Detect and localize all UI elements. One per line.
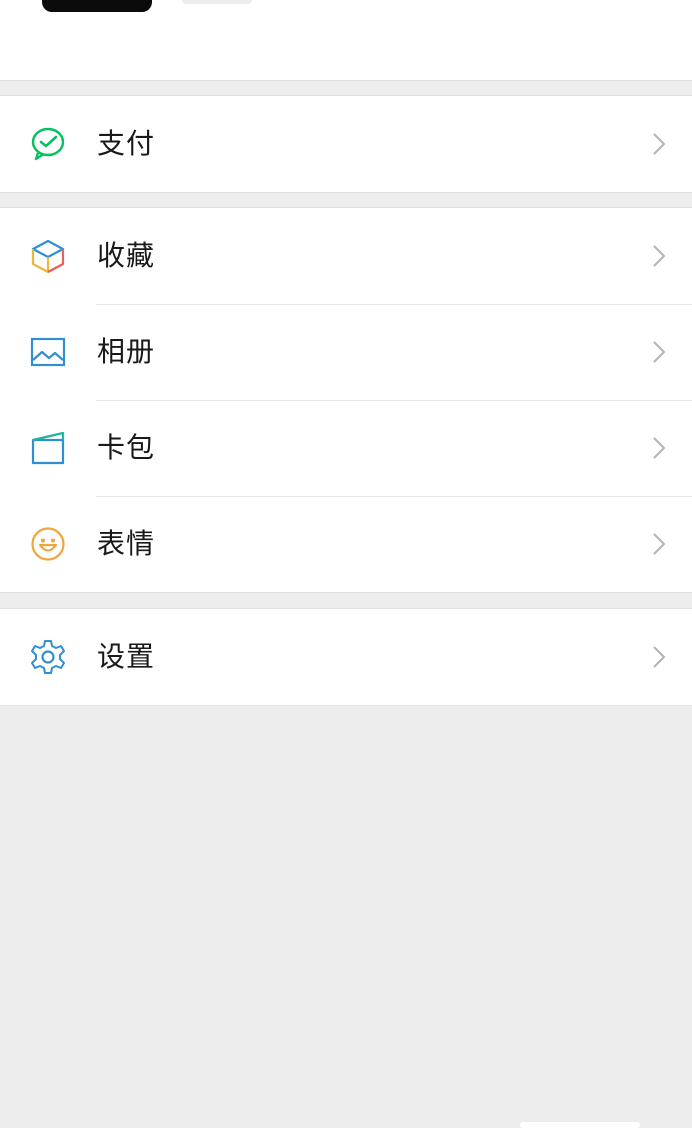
gear-icon [30, 639, 66, 675]
menu-group-pay: 支付 [0, 95, 692, 193]
menu-item-favorites[interactable]: 收藏 [0, 208, 692, 304]
chevron-right-icon [653, 646, 666, 668]
wechat-pay-icon [30, 126, 66, 162]
chevron-right-icon [653, 341, 666, 363]
card-wallet-icon [30, 430, 66, 466]
menu-item-stickers[interactable]: 表情 [0, 496, 692, 592]
menu-group-main: 收藏 相册 卡包 表情 [0, 207, 692, 593]
menu-item-label: 相册 [97, 335, 156, 368]
chevron-right-icon [653, 133, 666, 155]
menu-item-pay[interactable]: 支付 [0, 96, 692, 192]
menu-item-label: 卡包 [97, 431, 156, 464]
menu-item-album[interactable]: 相册 [0, 304, 692, 400]
chevron-right-icon [653, 245, 666, 267]
profile-name [182, 0, 252, 4]
image-icon [30, 334, 66, 370]
menu-item-settings[interactable]: 设置 [0, 609, 692, 705]
avatar[interactable] [42, 0, 152, 12]
menu-item-label: 支付 [97, 127, 156, 160]
home-indicator [520, 1122, 640, 1128]
chevron-right-icon [653, 533, 666, 555]
menu-item-label: 设置 [97, 640, 156, 673]
smiley-icon [30, 526, 66, 562]
profile-header[interactable] [0, 0, 692, 81]
menu-group-settings: 设置 [0, 608, 692, 706]
menu-item-label: 收藏 [97, 239, 156, 272]
menu-item-label: 表情 [97, 527, 156, 560]
chevron-right-icon [653, 437, 666, 459]
cube-icon [30, 238, 66, 274]
menu-item-cards[interactable]: 卡包 [0, 400, 692, 496]
